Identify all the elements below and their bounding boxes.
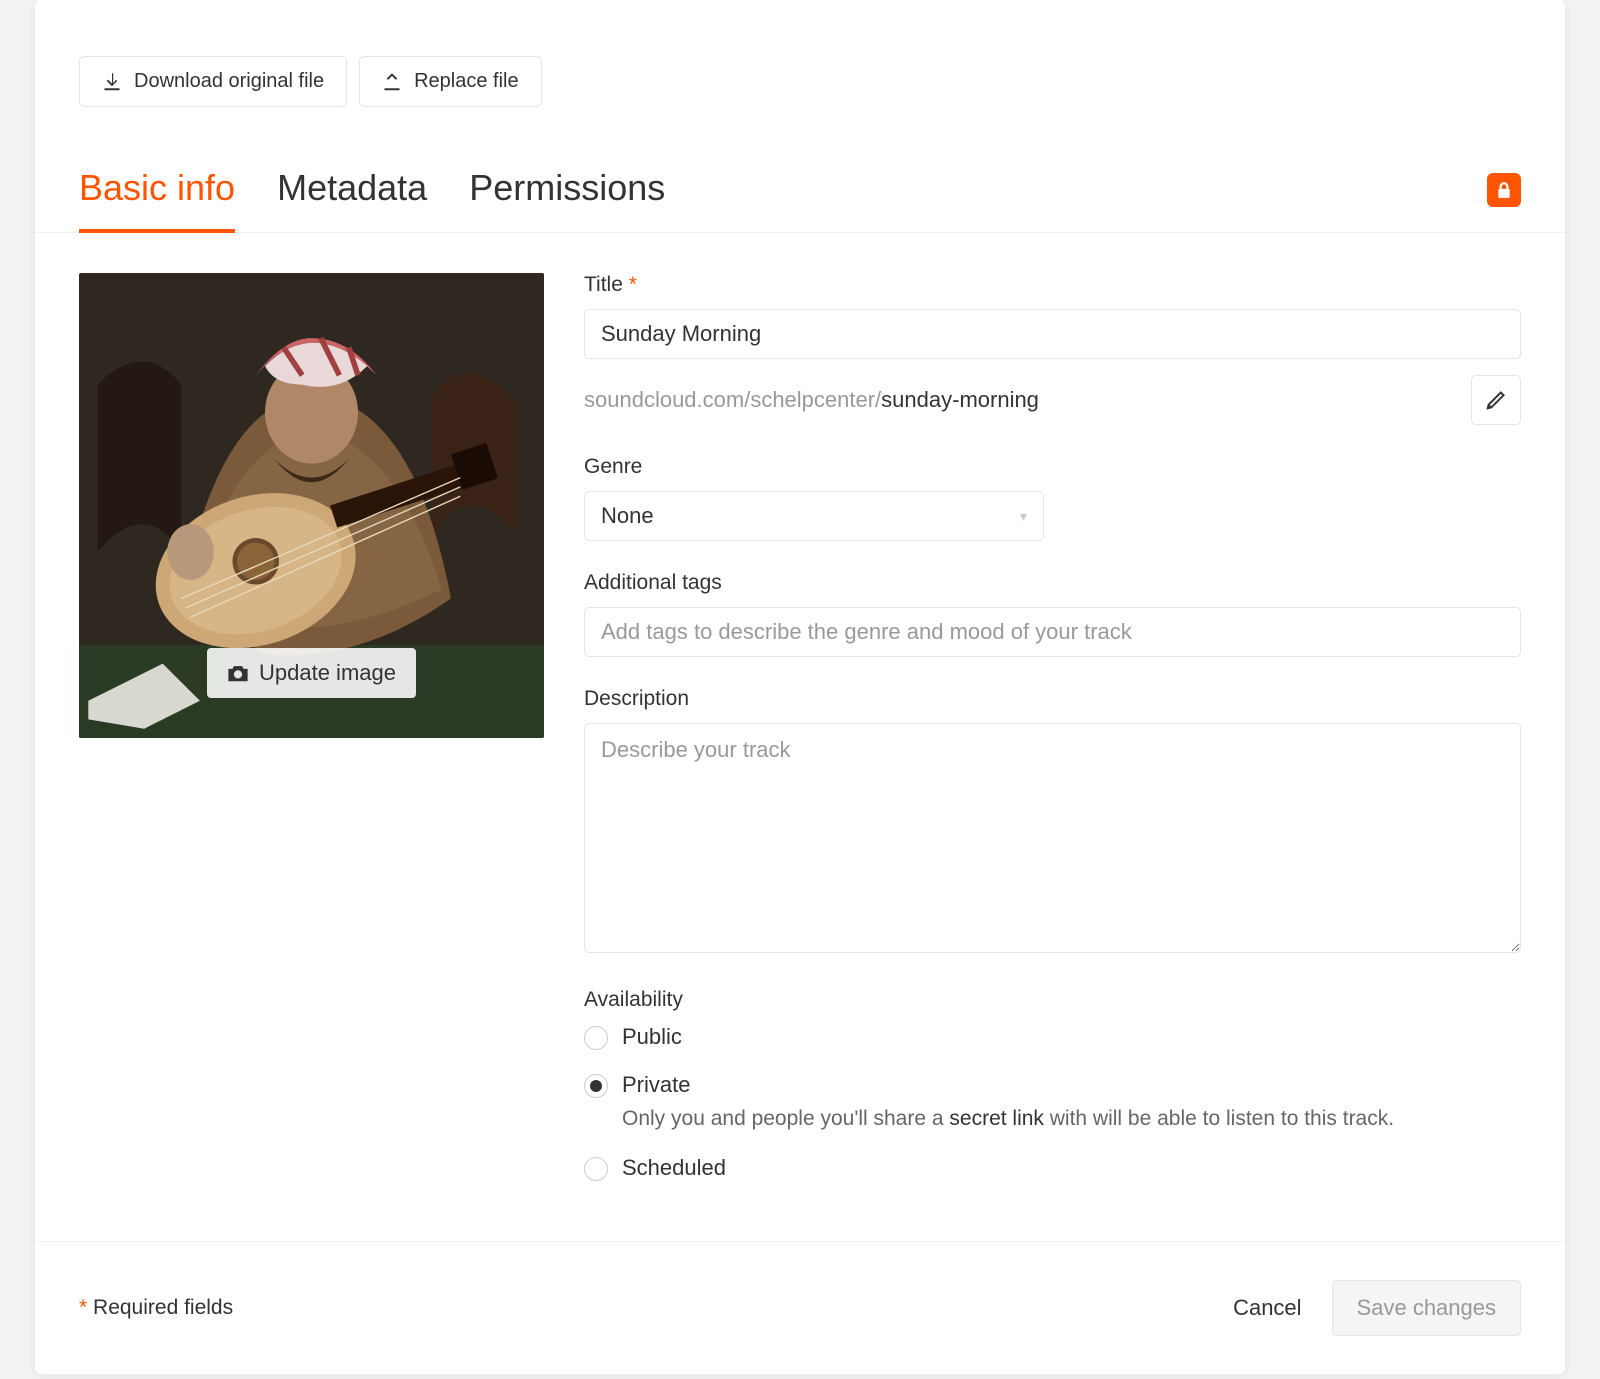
cancel-button[interactable]: Cancel bbox=[1223, 1281, 1311, 1335]
genre-value: None bbox=[601, 503, 654, 529]
required-note: * Required fields bbox=[79, 1296, 1223, 1320]
save-changes-button[interactable]: Save changes bbox=[1332, 1280, 1521, 1336]
secret-link-text[interactable]: secret link bbox=[949, 1107, 1044, 1130]
tab-metadata[interactable]: Metadata bbox=[277, 167, 427, 232]
download-original-label: Download original file bbox=[134, 70, 324, 93]
download-icon bbox=[102, 72, 122, 92]
download-original-button[interactable]: Download original file bbox=[79, 56, 347, 107]
lock-icon bbox=[1495, 181, 1513, 199]
availability-private-label: Private bbox=[622, 1072, 1521, 1098]
availability-label: Availability bbox=[584, 988, 1521, 1012]
chevron-down-icon: ▾ bbox=[1020, 508, 1027, 525]
availability-private-radio[interactable] bbox=[584, 1074, 608, 1098]
genre-select[interactable]: None ▾ bbox=[584, 491, 1044, 541]
camera-icon bbox=[227, 662, 249, 684]
title-label: Title * bbox=[584, 273, 1521, 297]
description-label: Description bbox=[584, 687, 1521, 711]
availability-public-label: Public bbox=[622, 1024, 1521, 1050]
tab-basic-info[interactable]: Basic info bbox=[79, 167, 235, 233]
privacy-badge bbox=[1487, 173, 1521, 207]
update-image-label: Update image bbox=[259, 660, 396, 686]
availability-scheduled-label: Scheduled bbox=[622, 1155, 1521, 1181]
upload-icon bbox=[382, 72, 402, 92]
replace-file-button[interactable]: Replace file bbox=[359, 56, 542, 107]
edit-permalink-button[interactable] bbox=[1471, 375, 1521, 425]
tab-permissions[interactable]: Permissions bbox=[469, 167, 665, 232]
replace-file-label: Replace file bbox=[414, 70, 519, 93]
tags-input[interactable] bbox=[584, 607, 1521, 657]
availability-private-description: Only you and people you'll share a secre… bbox=[622, 1104, 1521, 1133]
track-artwork: Update image bbox=[79, 273, 544, 738]
permalink-text: soundcloud.com/schelpcenter/sunday-morni… bbox=[584, 387, 1471, 413]
update-image-button[interactable]: Update image bbox=[207, 648, 416, 698]
tags-label: Additional tags bbox=[584, 571, 1521, 595]
title-input[interactable] bbox=[584, 309, 1521, 359]
availability-scheduled-radio[interactable] bbox=[584, 1157, 608, 1181]
availability-public-radio[interactable] bbox=[584, 1026, 608, 1050]
pencil-icon bbox=[1485, 389, 1507, 411]
genre-label: Genre bbox=[584, 455, 1521, 479]
description-textarea[interactable] bbox=[584, 723, 1521, 953]
